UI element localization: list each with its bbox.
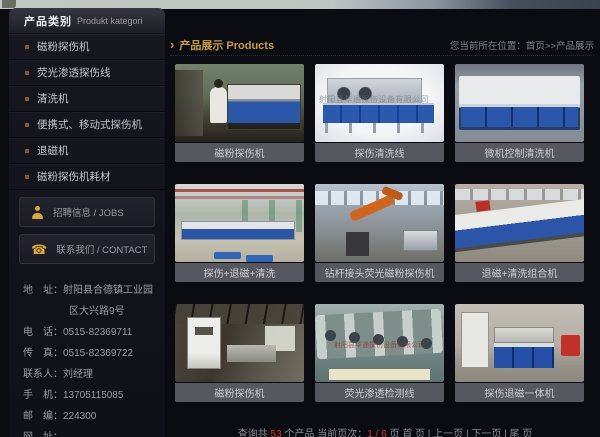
bullet-icon (25, 71, 29, 75)
category-label: 退磁机 (37, 143, 69, 158)
sidebar-title-en: Produkt kategori (77, 16, 143, 26)
sidebar-item-consumables[interactable]: 磁粉探伤机耗材 (9, 164, 165, 190)
contact-fax: 传 真：0515-82369722 (23, 343, 153, 364)
bullet-icon (25, 45, 29, 49)
chevron-right-icon: › (170, 39, 174, 50)
pagination-separator: | (425, 429, 433, 437)
product-caption[interactable]: 探伤退磁一体机 (455, 383, 584, 402)
product-card[interactable]: 退磁+清洗组合机 (455, 184, 584, 282)
pagination-last[interactable]: 尾 页 (509, 429, 532, 437)
main-content: › 产品展示 Products 您当前所在位置：首页>>产品展示 磁粉探伤机 射… (170, 9, 600, 437)
contact-address: 地 址：射阳县合德镇工业园区大兴路9号 (23, 280, 153, 322)
pagination-total: 53 (271, 429, 282, 437)
product-photo-magnetic-detector[interactable] (175, 64, 304, 142)
person-icon (31, 206, 44, 219)
product-card[interactable]: 射阳县华通探伤设备有限公司 探伤清洗线 (315, 64, 444, 162)
sidebar-title-cn: 产品类别 (24, 13, 72, 29)
bullet-icon (25, 175, 29, 179)
bullet-icon (25, 149, 29, 153)
product-card[interactable]: 探伤退磁一体机 (455, 304, 584, 402)
category-label: 便携式、移动式探伤机 (37, 117, 142, 132)
section-title-text: 产品展示 Products (179, 37, 274, 53)
product-caption[interactable]: 退磁+清洗组合机 (455, 263, 584, 282)
category-label: 荧光渗透探伤线 (37, 65, 111, 80)
product-page: 产品类别 Produkt kategori 磁粉探伤机 荧光渗透探伤线 清洗机 … (0, 0, 600, 437)
contact-zipcode: 邮 编：224300 (23, 406, 153, 427)
product-caption[interactable]: 磁粉探伤机 (175, 143, 304, 162)
pagination-page-suffix: 页 (387, 429, 403, 437)
contact-info: 地 址：射阳县合德镇工业园区大兴路9号 电 话：0515-82369711 传 … (23, 280, 153, 437)
sidebar-item-cleaning-machine[interactable]: 清洗机 (9, 86, 165, 112)
photo-watermark: 射阳县华通探伤设备有限公司 (325, 340, 433, 350)
product-photo-cleaning-line[interactable]: 射阳县华通探伤设备有限公司 (315, 64, 444, 142)
product-card[interactable]: 磁粉探伤机 (175, 304, 304, 402)
category-label: 清洗机 (37, 91, 69, 106)
pagination-prev[interactable]: 上一页 (433, 429, 463, 437)
product-photo-penetrant-line[interactable]: 射阳县华通探伤设备有限公司 (315, 304, 444, 382)
pagination-count-prefix: 查询共 (238, 429, 271, 437)
contact-person: 联系人：刘经理 (23, 364, 153, 385)
contact-telephone: 电 话：0515-82369711 (23, 322, 153, 343)
photo-inner-label (329, 369, 430, 380)
product-card[interactable]: 钻杆接头荧光磁粉探伤机 (315, 184, 444, 282)
product-photo-magnetic-detector-2[interactable] (175, 304, 304, 382)
product-card[interactable]: 探伤+退磁+清洗 (175, 184, 304, 282)
sidebar-item-portable-detector[interactable]: 便携式、移动式探伤机 (9, 112, 165, 138)
section-title: › 产品展示 Products (170, 37, 274, 53)
breadcrumb: 您当前所在位置：首页>>产品展示 (450, 38, 594, 52)
sidebar-item-magnetic-detector[interactable]: 磁粉探伤机 (9, 34, 165, 60)
product-card[interactable]: 微机控制清洗机 (455, 64, 584, 162)
contact-button[interactable]: ☎ 联系我们 / CONTACT (19, 234, 155, 264)
pagination-first[interactable]: 首 页 (402, 429, 425, 437)
product-photo-demag-clean-combo[interactable] (455, 184, 584, 262)
contact-button-label: 联系我们 / CONTACT (56, 242, 147, 256)
section-header: › 产品展示 Products 您当前所在位置：首页>>产品展示 (170, 34, 594, 56)
product-caption[interactable]: 探伤清洗线 (315, 143, 444, 162)
product-caption[interactable]: 微机控制清洗机 (455, 143, 584, 162)
sidebar-item-demagnetizer[interactable]: 退磁机 (9, 138, 165, 164)
jobs-button-label: 招聘信息 / JOBS (53, 205, 124, 219)
product-card[interactable]: 射阳县华通探伤设备有限公司 荧光渗透检测线 (315, 304, 444, 402)
sidebar: 产品类别 Produkt kategori 磁粉探伤机 荧光渗透探伤线 清洗机 … (9, 8, 165, 437)
phone-icon: ☎ (31, 243, 47, 256)
product-card[interactable]: 磁粉探伤机 (175, 64, 304, 162)
bullet-icon (25, 97, 29, 101)
photo-watermark: 射阳县华通探伤设备有限公司 (319, 94, 440, 105)
category-label: 磁粉探伤机耗材 (37, 169, 111, 184)
product-caption[interactable]: 磁粉探伤机 (175, 383, 304, 402)
product-caption[interactable]: 荧光渗透检测线 (315, 383, 444, 402)
pagination-next[interactable]: 下一页 (471, 429, 501, 437)
contact-website[interactable]: 网 址：www.huatongndt.com (23, 427, 153, 437)
pagination-count-suffix: 个产品 当前页次： (282, 429, 368, 437)
product-caption[interactable]: 探伤+退磁+清洗 (175, 263, 304, 282)
bullet-icon (25, 123, 29, 127)
product-caption[interactable]: 钻杆接头荧光磁粉探伤机 (315, 263, 444, 282)
jobs-button[interactable]: 招聘信息 / JOBS (19, 197, 155, 227)
product-grid: 磁粉探伤机 射阳县华通探伤设备有限公司 探伤清洗线 微机控制清洗机 探伤+退磁+… (175, 64, 584, 402)
sidebar-header: 产品类别 Produkt kategori (9, 8, 165, 34)
contact-mobile: 手 机：13705115085 (23, 385, 153, 406)
product-photo-detect-demag-clean[interactable] (175, 184, 304, 262)
product-photo-computer-cleaner[interactable] (455, 64, 584, 142)
product-photo-detect-demag-unit[interactable] (455, 304, 584, 382)
sidebar-item-fluorescent-line[interactable]: 荧光渗透探伤线 (9, 60, 165, 86)
pagination: 查询共 53 个产品 当前页次：1 / 6 页 首 页 | 上一页 | 下一页 … (170, 425, 600, 437)
category-label: 磁粉探伤机 (37, 39, 90, 54)
banner-notch (2, 0, 16, 8)
product-photo-drillpipe-detector[interactable] (315, 184, 444, 262)
pagination-current-page: 1 / 6 (367, 429, 386, 437)
